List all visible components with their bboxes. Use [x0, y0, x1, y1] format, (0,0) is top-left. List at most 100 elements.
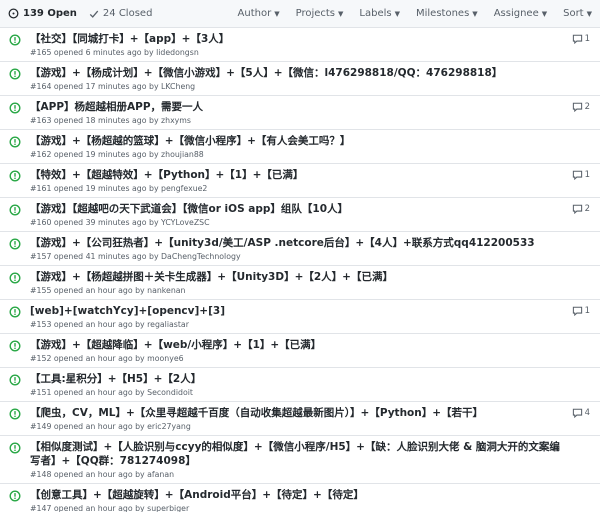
issue-title-link[interactable]: 【特效】+【超越特效】+【Python】+【1】+【已满】: [30, 168, 562, 182]
issue-opened-icon: [9, 238, 21, 250]
issue-row: 【游戏】+【杨成计划】+【微信小游戏】+【5人】+【微信：l476298818/…: [0, 62, 600, 96]
issue-opened-icon: [9, 170, 21, 182]
comment-count-label: 1: [584, 34, 590, 44]
issue-meta: #163 opened 18 minutes ago by zhxyms: [30, 116, 191, 125]
closed-count: 24 Closed: [102, 8, 153, 19]
comment-count[interactable]: 2: [572, 204, 590, 214]
chevron-down-icon: ▼: [394, 9, 400, 18]
issue-body: 【游戏】【超越吧の天下武道会】【微信or iOS app】组队【10人】 #160…: [22, 202, 592, 228]
comment-count-label: 2: [584, 204, 590, 214]
milestones-filter[interactable]: Milestones ▼: [416, 8, 478, 19]
comment-icon: [572, 102, 582, 112]
projects-filter[interactable]: Projects ▼: [296, 8, 344, 19]
issue-opened-icon: [9, 68, 21, 80]
issue-meta: #162 opened 19 minutes ago by zhoujian88: [30, 150, 204, 159]
issue-title-link[interactable]: 【游戏】+【超越降临】+【web/小程序】+【1】+【已满】: [30, 338, 562, 352]
issue-body: 【爬虫，CV，ML】+【众里寻超越千百度（自动收集超越最新图片）】+【Pytho…: [22, 406, 592, 432]
comment-count[interactable]: 1: [572, 170, 590, 180]
assignee-filter[interactable]: Assignee ▼: [494, 8, 547, 19]
open-issues-tab[interactable]: 139 Open: [8, 8, 77, 19]
issue-meta: #160 opened 39 minutes ago by YCYLoveZSC: [30, 218, 210, 227]
issue-body: 【特效】+【超越特效】+【Python】+【1】+【已满】 #161 opened…: [22, 168, 592, 194]
issue-opened-icon: [9, 102, 21, 114]
issue-row: 【社交】【同城打卡】+【app】+【3人】 #165 opened 6 minut…: [0, 28, 600, 62]
issue-body: 【相似度测试】+【人脸识别与ccyy的相似度】+【微信小程序/H5】+【缺：人脸…: [22, 440, 592, 480]
issue-title-link[interactable]: 【游戏】+【公司狂热者】+【unity3d/美工/ASP .netcore后台】…: [30, 236, 562, 250]
issue-body: 【APP】杨超越相册APP，需要一人 #163 opened 18 minutes…: [22, 100, 592, 126]
chevron-down-icon: ▼: [541, 9, 548, 18]
issue-opened-icon: [9, 490, 21, 502]
comment-count[interactable]: 1: [572, 34, 590, 44]
issue-title-link[interactable]: 【游戏】【超越吧の天下武道会】【微信or iOS app】组队【10人】: [30, 202, 562, 216]
issue-body: 【创意工具】+【超越旋转】+【Android平台】+【待定】+【待定】 #147 …: [22, 488, 592, 512]
comment-count-label: 1: [584, 170, 590, 180]
issue-row: 【相似度测试】+【人脸识别与ccyy的相似度】+【微信小程序/H5】+【缺：人脸…: [0, 436, 600, 484]
open-count: 139 Open: [23, 8, 77, 19]
chevron-down-icon: ▼: [274, 9, 280, 18]
issue-meta: #151 opened an hour ago by Secondidoit: [30, 388, 193, 397]
issue-opened-icon: [9, 272, 21, 284]
issue-opened-icon: [9, 34, 21, 46]
author-filter[interactable]: Author ▼: [238, 8, 280, 19]
issue-title-link[interactable]: 【相似度测试】+【人脸识别与ccyy的相似度】+【微信小程序/H5】+【缺：人脸…: [30, 440, 562, 468]
issue-opened-icon: [9, 136, 21, 148]
issue-row: 【游戏】+【超越降临】+【web/小程序】+【1】+【已满】 #152 opene…: [0, 334, 600, 368]
issue-title-link[interactable]: 【工具:星积分】+【H5】+【2人】: [30, 372, 562, 386]
issue-meta: #155 opened an hour ago by nankenan: [30, 286, 186, 295]
issue-title-link[interactable]: 【爬虫，CV，ML】+【众里寻超越千百度（自动收集超越最新图片）】+【Pytho…: [30, 406, 562, 420]
issue-meta: #153 opened an hour ago by regaliastar: [30, 320, 189, 329]
issue-meta: #148 opened an hour ago by afanan: [30, 470, 175, 479]
issues-header: 139 Open 24 Closed Author ▼ Projects ▼ Lab…: [0, 0, 600, 28]
issue-body: 【工具:星积分】+【H5】+【2人】 #151 opened an hour ag…: [22, 372, 592, 398]
issue-row: 【游戏】+【杨超越拼图＋关卡生成器】+【Unity3D】+【2人】+【已满】 #1…: [0, 266, 600, 300]
issue-title-link[interactable]: 【创意工具】+【超越旋转】+【Android平台】+【待定】+【待定】: [30, 488, 562, 502]
comment-icon: [572, 306, 582, 316]
closed-issues-tab[interactable]: 24 Closed: [89, 8, 153, 19]
issue-meta: #161 opened 19 minutes ago by pengfexue2: [30, 184, 208, 193]
issue-row: 【游戏】+【杨超越的篮球】+【微信小程序】+【有人会美工吗？】 #162 open…: [0, 130, 600, 164]
issue-list: 【社交】【同城打卡】+【app】+【3人】 #165 opened 6 minut…: [0, 28, 600, 512]
issue-title-link[interactable]: 【社交】【同城打卡】+【app】+【3人】: [30, 32, 562, 46]
comment-count[interactable]: 2: [572, 102, 590, 112]
comment-icon: [572, 34, 582, 44]
issue-row: 【爬虫，CV，ML】+【众里寻超越千百度（自动收集超越最新图片）】+【Pytho…: [0, 402, 600, 436]
issue-title-link[interactable]: 【游戏】+【杨超越的篮球】+【微信小程序】+【有人会美工吗？】: [30, 134, 562, 148]
comment-count-label: 4: [584, 408, 590, 418]
issue-body: 【游戏】+【杨成计划】+【微信小游戏】+【5人】+【微信：l476298818/…: [22, 66, 592, 92]
issue-opened-icon: [9, 374, 21, 386]
issue-row: 【特效】+【超越特效】+【Python】+【1】+【已满】 #161 opened…: [0, 164, 600, 198]
issue-title-link[interactable]: 【APP】杨超越相册APP，需要一人: [30, 100, 562, 114]
comment-icon: [572, 170, 582, 180]
issue-body: 【游戏】+【杨超越的篮球】+【微信小程序】+【有人会美工吗？】 #162 open…: [22, 134, 592, 160]
sort-filter[interactable]: Sort ▼: [563, 8, 592, 19]
issue-body: 【游戏】+【公司狂热者】+【unity3d/美工/ASP .netcore后台】…: [22, 236, 592, 262]
issue-row: [web]+[watchYcy]+[opencv]+[3] #153 opened…: [0, 300, 600, 334]
issue-meta: #147 opened an hour ago by superbiger: [30, 504, 190, 512]
issue-row: 【游戏】+【公司狂热者】+【unity3d/美工/ASP .netcore后台】…: [0, 232, 600, 266]
issue-title-link[interactable]: 【游戏】+【杨成计划】+【微信小游戏】+【5人】+【微信：l476298818/…: [30, 66, 562, 80]
issue-title-link[interactable]: [web]+[watchYcy]+[opencv]+[3]: [30, 304, 562, 318]
chevron-down-icon: ▼: [338, 9, 344, 18]
issue-opened-icon: [9, 408, 21, 420]
issue-title-link[interactable]: 【游戏】+【杨超越拼图＋关卡生成器】+【Unity3D】+【2人】+【已满】: [30, 270, 562, 284]
issue-meta: #165 opened 6 minutes ago by lidedongsn: [30, 48, 199, 57]
issue-meta: #164 opened 17 minutes ago by LKCheng: [30, 82, 196, 91]
comment-count-label: 2: [584, 102, 590, 112]
issue-opened-icon: [9, 340, 21, 352]
issue-body: [web]+[watchYcy]+[opencv]+[3] #153 opened…: [22, 304, 592, 330]
issue-meta: #152 opened an hour ago by moonye6: [30, 354, 184, 363]
issue-body: 【游戏】+【杨超越拼图＋关卡生成器】+【Unity3D】+【2人】+【已满】 #1…: [22, 270, 592, 296]
comment-count[interactable]: 4: [572, 408, 590, 418]
issue-body: 【社交】【同城打卡】+【app】+【3人】 #165 opened 6 minut…: [22, 32, 592, 58]
comment-icon: [572, 408, 582, 418]
check-icon: [89, 10, 99, 18]
issue-body: 【游戏】+【超越降临】+【web/小程序】+【1】+【已满】 #152 opene…: [22, 338, 592, 364]
issue-opened-icon: [9, 442, 21, 454]
issue-row: 【APP】杨超越相册APP，需要一人 #163 opened 18 minutes…: [0, 96, 600, 130]
labels-filter[interactable]: Labels ▼: [359, 8, 400, 19]
comment-icon: [572, 204, 582, 214]
issue-meta: #149 opened an hour ago by eric27yang: [30, 422, 191, 431]
issue-opened-icon: [9, 306, 21, 318]
issue-row: 【工具:星积分】+【H5】+【2人】 #151 opened an hour ag…: [0, 368, 600, 402]
comment-count[interactable]: 1: [572, 306, 590, 316]
